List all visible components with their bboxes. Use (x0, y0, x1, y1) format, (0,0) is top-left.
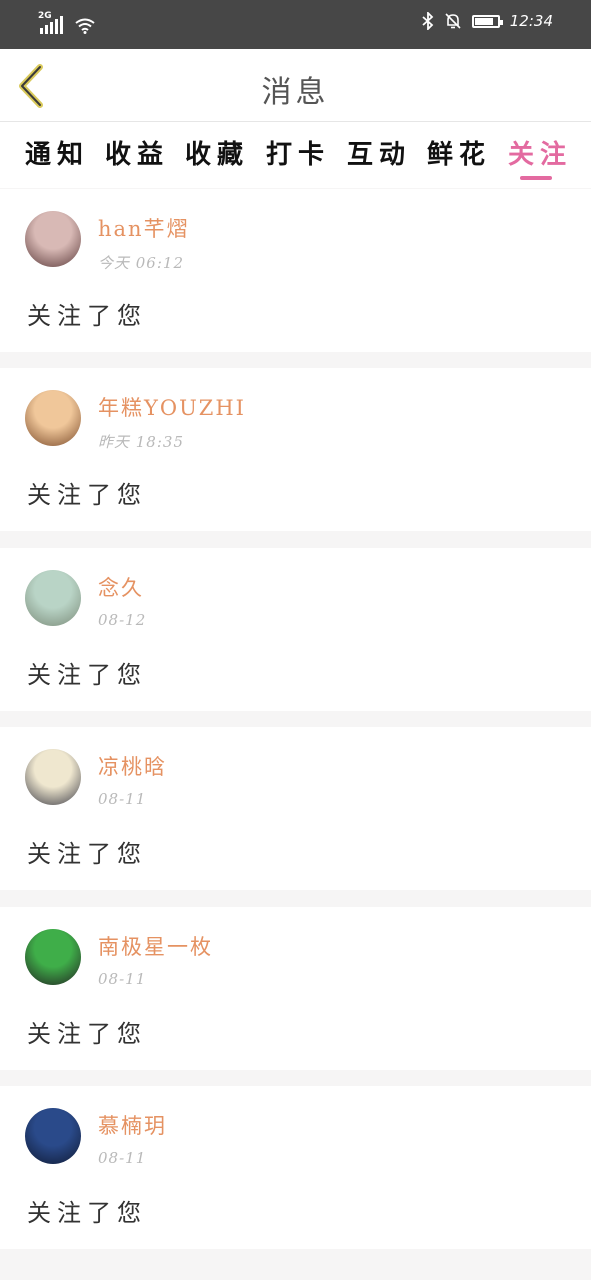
tab-follows[interactable]: 关注 (508, 134, 572, 171)
action-text: 关注了您 (27, 1020, 147, 1048)
mute-bell-icon (445, 13, 461, 29)
clock: 12:34 (509, 12, 553, 30)
action-text: 关注了您 (27, 302, 147, 330)
timestamp: 08-11 (98, 1149, 147, 1167)
active-tab-indicator (520, 176, 552, 180)
avatar[interactable] (25, 211, 81, 267)
timestamp: 今天 06:12 (98, 254, 184, 272)
tab-flowers[interactable]: 鲜花 (427, 134, 491, 171)
status-bar: 2G 12:34 (0, 0, 591, 49)
timestamp: 昨天 18:35 (98, 433, 184, 451)
tab-interactions[interactable]: 互动 (347, 134, 411, 171)
username[interactable]: 念久 (98, 572, 144, 602)
username[interactable]: 年糕YOUZHI (98, 392, 246, 422)
status-right: 12:34 (422, 12, 553, 30)
wifi-icon (75, 18, 95, 34)
action-text: 关注了您 (27, 481, 147, 509)
tab-bar: 通知 收益 收藏 打卡 互动 鲜花 关注 (0, 122, 591, 188)
list-item[interactable]: 南极星一枚 08-11 关注了您 (0, 907, 591, 1070)
avatar[interactable] (25, 1108, 81, 1164)
network-type: 2G (38, 11, 52, 21)
timestamp: 08-12 (98, 611, 147, 629)
status-left: 2G (38, 11, 95, 34)
username[interactable]: 南极星一枚 (98, 931, 213, 961)
avatar[interactable] (25, 570, 81, 626)
list-item[interactable]: han芊熠 今天 06:12 关注了您 (0, 189, 591, 352)
tab-checkin[interactable]: 打卡 (266, 134, 330, 171)
list-item[interactable]: 年糕YOUZHI 昨天 18:35 关注了您 (0, 368, 591, 531)
app-header: 消息 (0, 49, 591, 122)
avatar[interactable] (25, 749, 81, 805)
username[interactable]: 慕楠玥 (98, 1110, 167, 1140)
action-text: 关注了您 (27, 1199, 147, 1227)
timestamp: 08-11 (98, 970, 147, 988)
avatar[interactable] (25, 929, 81, 985)
username[interactable]: han芊熠 (98, 213, 190, 243)
timestamp: 08-11 (98, 790, 147, 808)
tab-favorites[interactable]: 收藏 (185, 134, 249, 171)
bluetooth-icon (422, 12, 434, 30)
tab-notifications[interactable]: 通知 (25, 134, 89, 171)
battery-icon (471, 14, 503, 28)
list-item[interactable]: 念久 08-12 关注了您 (0, 548, 591, 711)
list-item[interactable]: 慕楠玥 08-11 关注了您 (0, 1086, 591, 1249)
username[interactable]: 凉桃晗 (98, 751, 167, 781)
tab-earnings[interactable]: 收益 (105, 134, 169, 171)
action-text: 关注了您 (27, 840, 147, 868)
action-text: 关注了您 (27, 661, 147, 689)
list-item[interactable]: 凉桃晗 08-11 关注了您 (0, 727, 591, 890)
avatar[interactable] (25, 390, 81, 446)
signal-icon: 2G (38, 11, 63, 34)
page-title: 消息 (261, 75, 330, 110)
